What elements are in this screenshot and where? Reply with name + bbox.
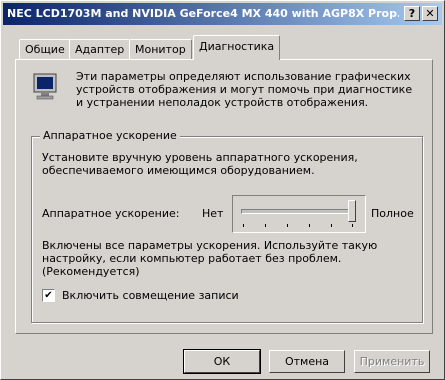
acceleration-status-text: Включены все параметры ускорения. Исполь… [42,239,378,278]
title-bar[interactable]: NEC LCD1703M and NVIDIA GeForce4 MX 440 … [3,3,442,25]
write-combining-label[interactable]: Включить совмещение записи [62,289,239,302]
slider-min-label: Нет [202,207,224,220]
monitor-icon [33,73,57,100]
cancel-button[interactable]: Отмена [269,350,345,373]
tab-adapter[interactable]: Адаптер [69,39,131,59]
intro-text: Эти параметры определяют использование г… [76,70,413,109]
slider-thumb[interactable] [348,200,356,222]
acceleration-group-title: Аппаратное ускорение [40,129,180,142]
acceleration-group: Аппаратное ускорение Установите вручную … [31,129,423,323]
apply-button[interactable]: Применить [354,350,430,373]
slider-label: Аппаратное ускорение: [42,207,180,220]
slider-ticks [243,224,353,227]
slider-track [241,209,355,214]
acceleration-slider[interactable] [232,195,366,233]
diagnostics-panel: Эти параметры определяют использование г… [15,59,433,334]
tab-general[interactable]: Общие [19,39,71,59]
close-button[interactable]: ✕ [422,6,438,21]
tab-diagnostics[interactable]: Диагностика [193,35,281,60]
window-title: NEC LCD1703M and NVIDIA GeForce4 MX 440 … [7,7,399,20]
help-button[interactable]: ? [404,6,420,21]
slider-max-label: Полное [371,207,414,220]
ok-button[interactable]: ОК [183,349,261,374]
acceleration-description: Установите вручную уровень аппаратного у… [42,151,358,177]
tab-monitor[interactable]: Монитор [129,39,192,59]
properties-dialog: NEC LCD1703M and NVIDIA GeForce4 MX 440 … [0,0,445,380]
write-combining-checkbox[interactable]: ✔ [42,289,55,302]
